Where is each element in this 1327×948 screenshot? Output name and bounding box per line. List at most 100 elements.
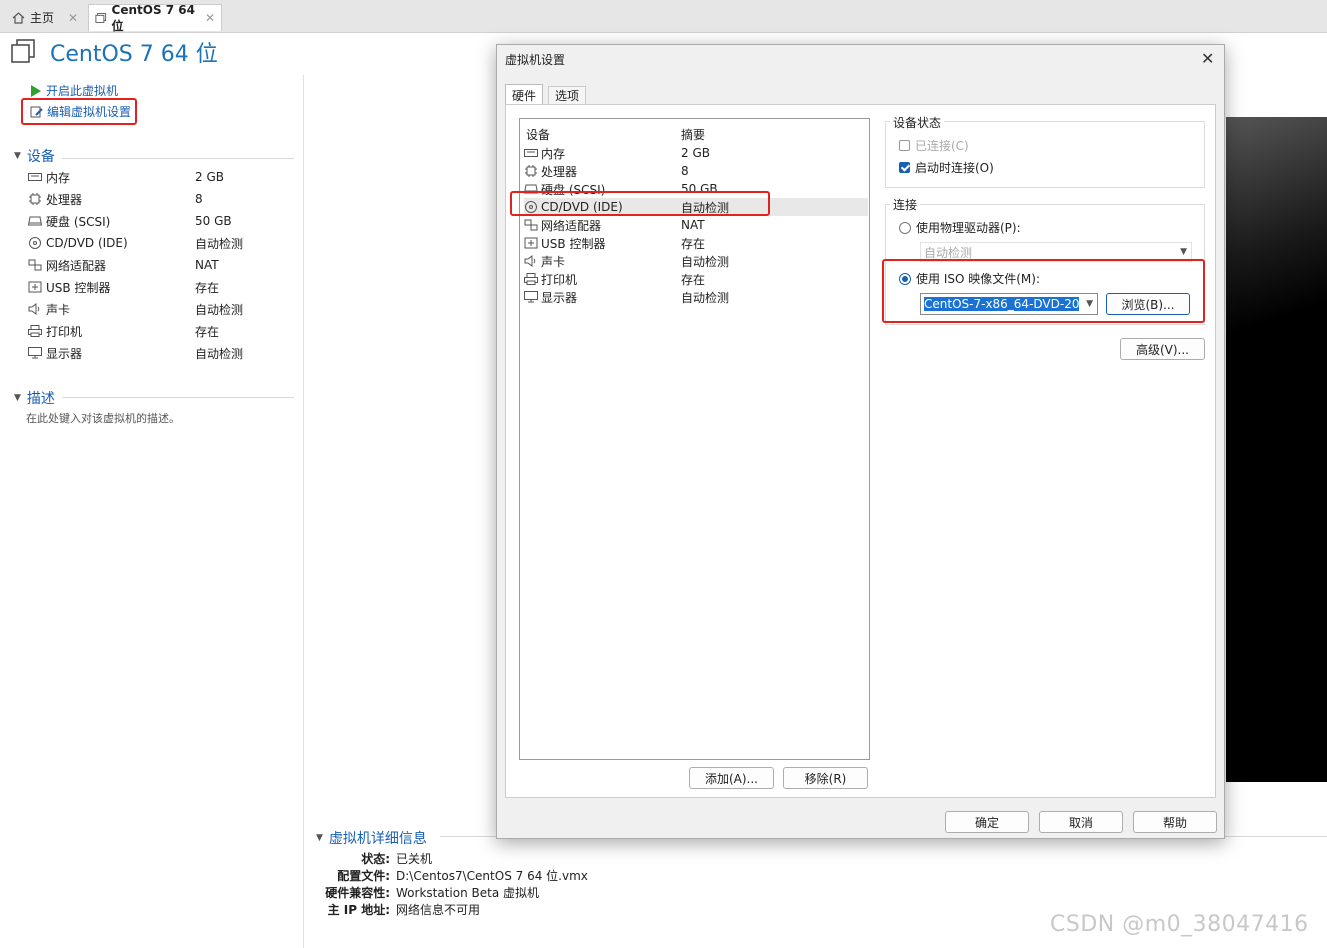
hw-value: 存在 — [681, 272, 706, 287]
device-row-cpu[interactable]: 处理器 8 — [28, 189, 288, 209]
cd-icon — [29, 237, 41, 249]
device-row-network[interactable]: 网络适配器 NAT — [28, 255, 288, 275]
ok-button[interactable]: 确定 — [945, 811, 1029, 833]
detail-value: 已关机 — [396, 852, 433, 866]
highlight-box — [510, 191, 770, 216]
device-row-memory[interactable]: 内存 2 GB — [28, 167, 288, 187]
checkbox — [899, 162, 910, 173]
usb-icon — [524, 237, 538, 249]
devices-section-header[interactable]: ▼ 设备 — [14, 146, 55, 166]
cancel-button[interactable]: 取消 — [1039, 811, 1123, 833]
power-on-link[interactable]: 开启此虚拟机 — [30, 82, 118, 99]
col-summary-header: 摘要 — [681, 128, 706, 142]
highlight-box — [882, 259, 1205, 323]
sound-icon — [28, 303, 40, 315]
device-name: CD/DVD (IDE) — [46, 236, 128, 250]
disk-icon — [28, 216, 42, 226]
device-row-display[interactable]: 显示器 自动检测 — [28, 343, 288, 363]
physical-drive-label: 使用物理驱动器(P): — [916, 221, 1021, 235]
connect-at-power-on-label: 启动时连接(O) — [915, 161, 994, 175]
hw-row-printer[interactable]: 打印机 存在 — [524, 270, 868, 288]
help-button[interactable]: 帮助 — [1133, 811, 1217, 833]
device-status-group — [885, 121, 1205, 188]
add-button[interactable]: 添加(A)... — [689, 767, 774, 789]
checkbox — [899, 140, 910, 151]
tab-centos[interactable]: CentOS 7 64 位 ✕ — [88, 3, 222, 33]
device-status-title: 设备状态 — [890, 114, 945, 131]
close-icon[interactable]: ✕ — [68, 11, 78, 25]
device-name: 硬盘 (SCSI) — [46, 214, 111, 229]
hw-name: 网络适配器 — [541, 218, 602, 233]
close-icon[interactable]: ✕ — [205, 11, 215, 25]
hw-value: 自动检测 — [681, 290, 730, 305]
device-value: 自动检测 — [195, 236, 244, 251]
device-value: 2 GB — [195, 170, 224, 184]
description-section-header[interactable]: ▼ 描述 — [14, 388, 55, 408]
connected-label: 已连接(C) — [915, 139, 969, 153]
hw-row-cpu[interactable]: 处理器 8 — [524, 162, 868, 180]
detail-row-compat: 硬件兼容性: Workstation Beta 虚拟机 — [300, 884, 539, 901]
device-value: 50 GB — [195, 214, 232, 228]
device-name: USB 控制器 — [46, 280, 111, 295]
device-value: 存在 — [195, 324, 220, 339]
detail-key: 配置文件: — [337, 869, 390, 883]
cpu-icon — [525, 165, 537, 177]
close-icon[interactable]: ✕ — [1201, 49, 1214, 68]
power-on-label: 开启此虚拟机 — [46, 84, 119, 98]
hw-value: 8 — [681, 164, 689, 178]
detail-value: D:\Centos7\CentOS 7 64 位.vmx — [396, 869, 588, 883]
details-section-title: 虚拟机详细信息 — [328, 831, 427, 847]
hw-value: 自动检测 — [681, 254, 730, 269]
physical-drive-radio[interactable]: 使用物理驱动器(P): — [899, 219, 1021, 236]
physical-drive-value: 自动检测 — [924, 245, 973, 260]
details-section-header[interactable]: ▼ 虚拟机详细信息 — [316, 828, 427, 848]
hw-row-usb[interactable]: USB 控制器 存在 — [524, 234, 868, 252]
vm-icon — [95, 13, 107, 23]
hw-name: USB 控制器 — [541, 236, 606, 251]
hw-name: 处理器 — [541, 164, 578, 179]
device-value: 存在 — [195, 280, 220, 295]
connection-title: 连接 — [890, 196, 921, 213]
cpu-icon — [29, 193, 41, 205]
device-row-disk[interactable]: 硬盘 (SCSI) 50 GB — [28, 211, 288, 231]
hw-name: 内存 — [541, 146, 566, 161]
advanced-button[interactable]: 高级(V)... — [1120, 338, 1205, 360]
printer-icon — [28, 325, 42, 337]
device-name: 处理器 — [46, 192, 83, 207]
device-value: 自动检测 — [195, 302, 244, 317]
device-row-printer[interactable]: 打印机 存在 — [28, 321, 288, 341]
divider — [62, 397, 294, 398]
collapse-icon: ▼ — [316, 833, 323, 843]
hardware-pane: 设备 摘要 内存 2 GB 处理器 8 硬盘 (SCSI) 50 GB CD/D… — [505, 104, 1216, 798]
hw-row-display[interactable]: 显示器 自动检测 — [524, 288, 868, 306]
device-row-cd[interactable]: CD/DVD (IDE) 自动检测 — [28, 233, 288, 253]
detail-row-ip: 主 IP 地址: 网络信息不可用 — [300, 901, 480, 918]
vm-settings-dialog: 虚拟机设置 ✕ 硬件 选项 设备 摘要 内存 2 GB 处理器 8 硬盘 (SC… — [496, 44, 1225, 839]
tab-options[interactable]: 选项 — [548, 86, 587, 104]
usb-icon — [28, 281, 42, 293]
memory-icon — [28, 173, 42, 181]
tab-home[interactable]: 主页 ✕ — [6, 4, 84, 31]
device-row-usb[interactable]: USB 控制器 存在 — [28, 277, 288, 297]
printer-icon — [524, 273, 538, 285]
divider — [62, 158, 294, 159]
hw-row-memory[interactable]: 内存 2 GB — [524, 144, 868, 162]
connect-at-power-on-checkbox[interactable]: 启动时连接(O) — [899, 159, 994, 176]
device-name: 显示器 — [46, 346, 83, 361]
device-row-sound[interactable]: 声卡 自动检测 — [28, 299, 288, 319]
tab-hardware[interactable]: 硬件 — [505, 84, 544, 105]
hw-name: 声卡 — [541, 254, 566, 269]
hw-row-sound[interactable]: 声卡 自动检测 — [524, 252, 868, 270]
detail-value: Workstation Beta 虚拟机 — [396, 886, 539, 900]
col-device-header: 设备 — [526, 128, 551, 142]
collapse-icon: ▼ — [14, 151, 21, 161]
devices-section-title: 设备 — [26, 149, 55, 165]
connected-checkbox[interactable]: 已连接(C) — [899, 137, 969, 154]
detail-row-status: 状态: 已关机 — [300, 850, 432, 867]
hw-row-network[interactable]: 网络适配器 NAT — [524, 216, 868, 234]
description-text[interactable]: 在此处键入对该虚拟机的描述。 — [26, 410, 180, 426]
vm-summary-panel: 开启此虚拟机 编辑虚拟机设置 ▼ 设备 内存 2 GB 处理器 8 硬盘 (SC… — [0, 75, 304, 948]
play-icon — [31, 84, 41, 97]
sound-icon — [524, 255, 536, 267]
remove-button[interactable]: 移除(R) — [783, 767, 868, 789]
